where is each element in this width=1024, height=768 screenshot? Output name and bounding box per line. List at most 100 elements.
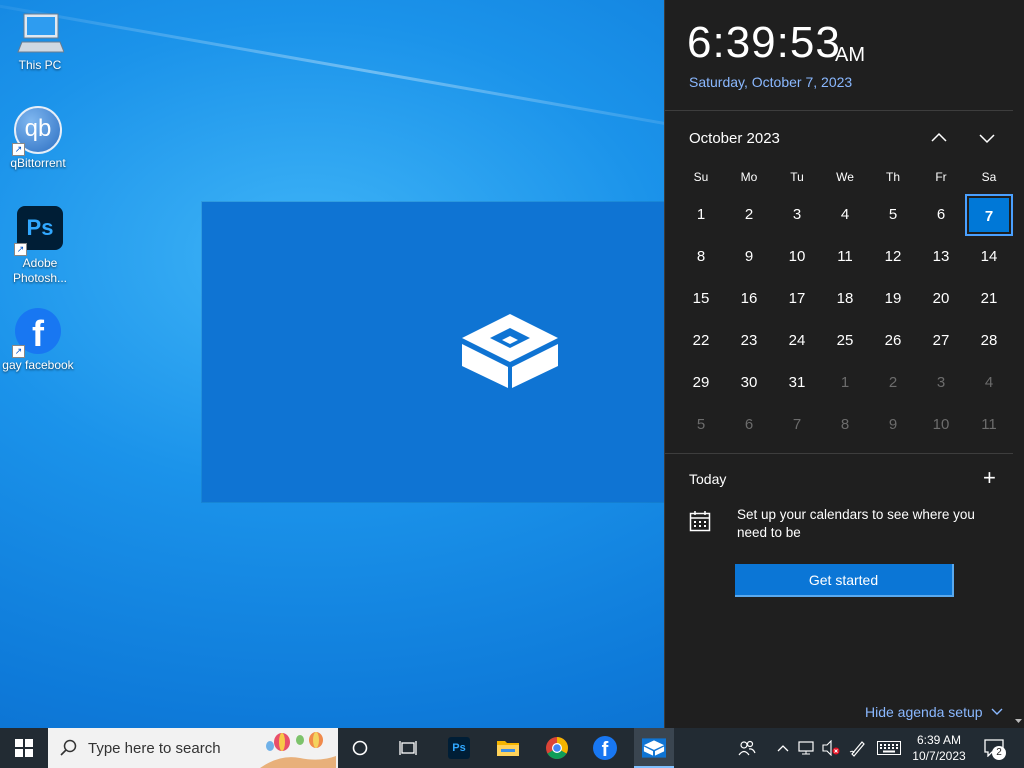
calendar-day[interactable]: 20: [919, 280, 963, 318]
calendar-day[interactable]: 26: [871, 322, 915, 360]
clock-ampm: AM: [835, 44, 865, 66]
clock-time: 6:39:53: [687, 18, 841, 67]
calendar-day[interactable]: 11: [967, 406, 1011, 444]
calendar-day[interactable]: 4: [823, 196, 867, 234]
network-icon: [798, 741, 814, 755]
facebook-icon: f ↗: [12, 308, 62, 358]
taskbar-sandbox[interactable]: [634, 728, 674, 768]
calendar-day[interactable]: 23: [727, 322, 771, 360]
calendar-day[interactable]: 31: [775, 364, 819, 402]
calendar-day[interactable]: 3: [919, 364, 963, 402]
calendar-day[interactable]: 4: [967, 364, 1011, 402]
desktop-icon-photoshop[interactable]: Ps ↗ Adobe Photosh...: [2, 206, 78, 286]
start-button[interactable]: [0, 728, 48, 768]
calendar-day[interactable]: 27: [919, 322, 963, 360]
pen-workspace-button[interactable]: [846, 728, 870, 768]
hide-agenda-setup-link[interactable]: Hide agenda setup: [865, 704, 1004, 720]
chevron-down-icon: [991, 708, 1003, 715]
calendar-day[interactable]: 21: [967, 280, 1011, 318]
calendar-day[interactable]: 8: [823, 406, 867, 444]
weekday-label: Sa: [981, 170, 997, 184]
qbittorrent-icon: qb ↗: [12, 106, 62, 156]
calendar-day[interactable]: 1: [679, 196, 723, 234]
taskbar-search-box[interactable]: Type here to search: [48, 728, 338, 768]
calendar-day-today[interactable]: 7: [965, 194, 1013, 236]
calendar-day[interactable]: 2: [871, 364, 915, 402]
windows-logo-icon: [15, 739, 33, 757]
taskbar-chrome[interactable]: [536, 728, 578, 768]
add-event-button[interactable]: +: [983, 467, 996, 489]
calendar-day[interactable]: 12: [871, 238, 915, 276]
calendar-day[interactable]: 2: [727, 196, 771, 234]
calendar-day[interactable]: 28: [967, 322, 1011, 360]
action-center-button[interactable]: 2: [978, 728, 1010, 768]
desktop-icon-facebook[interactable]: f ↗ gay facebook: [0, 308, 76, 373]
task-view-icon: [399, 741, 417, 755]
calendar-day[interactable]: 22: [679, 322, 723, 360]
calendar-day[interactable]: 6: [727, 406, 771, 444]
cortana-button[interactable]: [340, 728, 380, 768]
calendar-day[interactable]: 19: [871, 280, 915, 318]
desktop-icon-label: This PC: [18, 58, 62, 72]
taskbar-facebook[interactable]: f: [584, 728, 626, 768]
calendar-day[interactable]: 11: [823, 238, 867, 276]
previous-month-button[interactable]: [929, 128, 951, 148]
shortcut-arrow-icon: ↗: [12, 143, 25, 156]
show-hidden-icons-button[interactable]: [774, 728, 792, 768]
calendar-day[interactable]: 25: [823, 322, 867, 360]
calendar-day[interactable]: 3: [775, 196, 819, 234]
sandbox-app-window[interactable]: [202, 202, 672, 502]
calendar-day[interactable]: 9: [871, 406, 915, 444]
calendar-day[interactable]: 8: [679, 238, 723, 276]
calendar-day[interactable]: 16: [727, 280, 771, 318]
chrome-icon: [546, 737, 568, 759]
calendar-day[interactable]: 7: [775, 406, 819, 444]
calendar-day[interactable]: 15: [679, 280, 723, 318]
notification-badge: 2: [992, 746, 1006, 760]
flyout-scrollbar[interactable]: [1013, 0, 1024, 728]
calendar-day[interactable]: 5: [679, 406, 723, 444]
calendar-day[interactable]: 24: [775, 322, 819, 360]
divider: [665, 110, 1014, 111]
weekday-label: Th: [885, 170, 900, 184]
calendar-day[interactable]: 30: [727, 364, 771, 402]
month-year-label[interactable]: October 2023: [689, 130, 780, 147]
taskbar-date: 10/7/2023: [912, 749, 966, 763]
desktop-icon-this-pc[interactable]: This PC: [2, 8, 78, 73]
calendar-day[interactable]: 5: [871, 196, 915, 234]
calendar-day[interactable]: 9: [727, 238, 771, 276]
weekday-label: Tu: [790, 170, 804, 184]
chevron-up-icon: [931, 132, 947, 142]
touch-keyboard-button[interactable]: [874, 728, 904, 768]
full-date-link[interactable]: Saturday, October 7, 2023: [689, 74, 852, 90]
calendar-day[interactable]: 29: [679, 364, 723, 402]
search-placeholder: Type here to search: [88, 739, 221, 757]
calendar-day[interactable]: 10: [775, 238, 819, 276]
calendar-day[interactable]: 13: [919, 238, 963, 276]
taskbar-photoshop[interactable]: Ps: [438, 728, 480, 768]
shortcut-arrow-icon: ↗: [14, 243, 27, 256]
get-started-button[interactable]: Get started: [735, 564, 954, 597]
weekday-label: We: [836, 170, 854, 184]
calendar-day[interactable]: 1: [823, 364, 867, 402]
calendar-day[interactable]: 14: [967, 238, 1011, 276]
cortana-icon: [352, 740, 368, 756]
sandbox-icon: [642, 738, 666, 758]
computer-icon: [16, 8, 65, 56]
volume-button[interactable]: [820, 728, 842, 768]
taskbar-time: 6:39 AM: [916, 733, 962, 747]
calendar-day[interactable]: 18: [823, 280, 867, 318]
task-view-button[interactable]: [388, 728, 428, 768]
taskbar-file-explorer[interactable]: [486, 728, 530, 768]
calendar-day[interactable]: 10: [919, 406, 963, 444]
people-button[interactable]: [734, 728, 760, 768]
calendar-day[interactable]: 6: [919, 196, 963, 234]
file-explorer-icon: [497, 741, 519, 756]
weekday-label: Fr: [935, 170, 947, 184]
next-month-button[interactable]: [977, 128, 999, 148]
network-button[interactable]: [796, 728, 818, 768]
calendar-day[interactable]: 17: [775, 280, 819, 318]
desktop-icon-qbittorrent[interactable]: qb ↗ qBittorrent: [0, 106, 76, 171]
taskbar-clock[interactable]: 6:39 AM 10/7/2023: [906, 732, 972, 764]
divider: [665, 453, 1014, 454]
